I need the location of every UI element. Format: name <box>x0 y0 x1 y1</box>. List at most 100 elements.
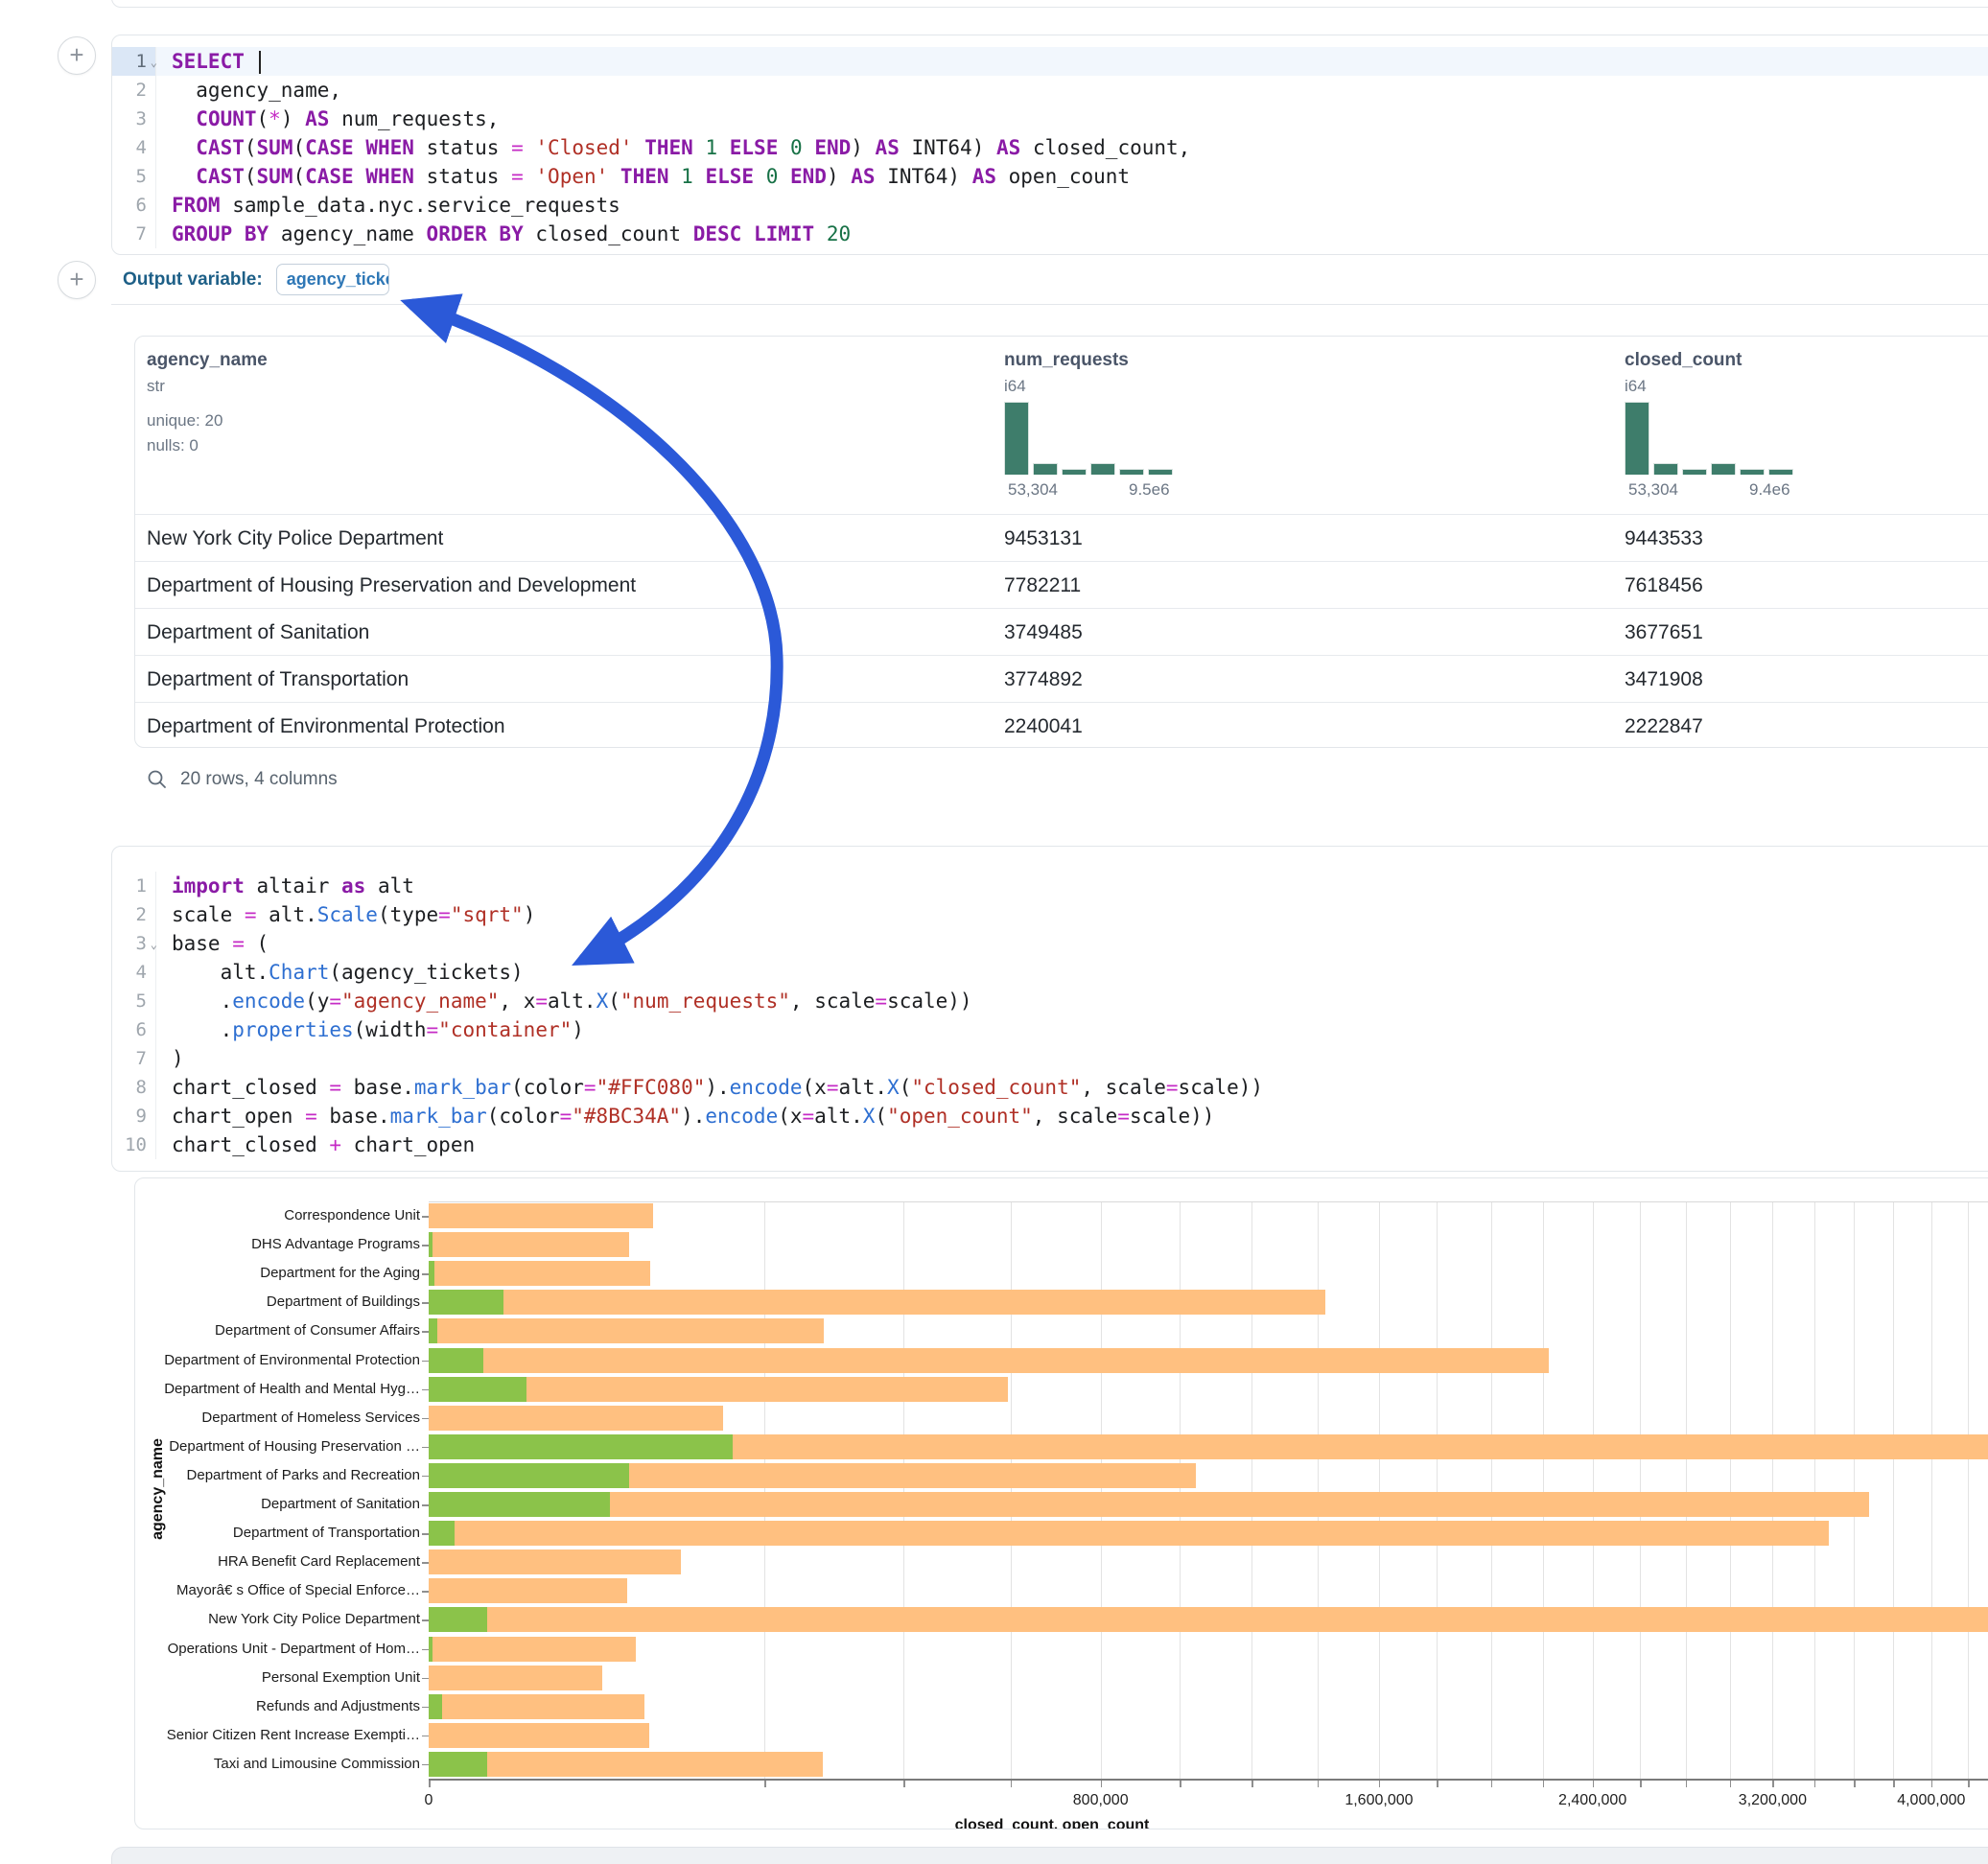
x-axis-tick <box>1318 1781 1320 1787</box>
bar-open <box>429 1261 434 1286</box>
x-axis-tick <box>1251 1781 1253 1787</box>
sql-line[interactable]: 1⌄SELECT <box>112 47 1988 76</box>
bar-open <box>429 1377 526 1402</box>
gridline <box>1379 1201 1380 1779</box>
y-axis-tick <box>422 1302 429 1304</box>
bar-closed <box>429 1492 1869 1517</box>
histogram-bar <box>1711 463 1736 475</box>
bar-closed <box>429 1318 824 1343</box>
python-line[interactable]: 8chart_closed = base.mark_bar(color="#FF… <box>112 1073 1988 1102</box>
gridline <box>1814 1201 1815 1779</box>
y-axis-category-label: Refunds and Adjustments <box>135 1698 420 1714</box>
bar-open <box>429 1694 442 1719</box>
sql-line[interactable]: 7GROUP BY agency_name ORDER BY closed_co… <box>112 220 1988 248</box>
column-histogram <box>1004 400 1173 475</box>
gridline <box>1437 1201 1438 1779</box>
y-axis-category-label: Senior Citizen Rent Increase Exempti… <box>135 1727 420 1743</box>
column-stat: nulls: 0 <box>147 436 199 455</box>
result-table: agency_namestrunique: 20nulls: 0num_requ… <box>134 336 1988 748</box>
add-cell-button[interactable]: + <box>58 36 96 75</box>
y-axis-category-label: HRA Benefit Card Replacement <box>135 1553 420 1570</box>
x-axis-line <box>429 1779 1988 1781</box>
python-line[interactable]: 7) <box>112 1044 1988 1073</box>
histogram-max-label: 9.4e6 <box>1749 480 1790 500</box>
histogram-bar <box>1119 469 1144 475</box>
bar-open <box>429 1232 433 1257</box>
x-axis-tick <box>764 1781 766 1787</box>
fold-chevron-icon[interactable]: ⌄ <box>151 930 157 959</box>
x-axis-tick <box>1772 1781 1774 1787</box>
histogram-bar <box>1148 469 1173 475</box>
notebook-page: + + 1⌄SELECT 2 agency_name,3 COUNT(*) AS… <box>0 0 1988 1864</box>
y-axis-category-label: DHS Advantage Programs <box>135 1236 420 1252</box>
histogram-bar <box>1004 402 1029 475</box>
code-text: .encode(y="agency_name", x=alt.X("num_re… <box>156 987 1988 1015</box>
bar-closed <box>429 1290 1325 1315</box>
code-text: chart_closed + chart_open <box>156 1130 1988 1159</box>
column-header[interactable]: num_requests <box>1004 350 1129 371</box>
y-axis-category-label: Operations Unit - Department of Hom… <box>135 1641 420 1657</box>
python-line[interactable]: 6 .properties(width="container") <box>112 1015 1988 1044</box>
y-axis-tick <box>422 1331 429 1333</box>
table-row[interactable]: New York City Police Department945313194… <box>135 514 1988 561</box>
python-line[interactable]: 2scale = alt.Scale(type="sqrt") <box>112 900 1988 929</box>
sql-line[interactable]: 5 CAST(SUM(CASE WHEN status = 'Open' THE… <box>112 162 1988 191</box>
y-axis-tick <box>422 1447 429 1449</box>
code-text: CAST(SUM(CASE WHEN status = 'Closed' THE… <box>156 133 1988 162</box>
table-cell: New York City Police Department <box>147 515 443 562</box>
y-axis-tick <box>422 1591 429 1593</box>
sql-cell[interactable]: 1⌄SELECT 2 agency_name,3 COUNT(*) AS num… <box>111 35 1988 255</box>
y-axis-category-label: Mayorâ€ s Office of Special Enforce… <box>135 1582 420 1598</box>
histogram-bar <box>1768 469 1793 475</box>
line-number: 4 <box>112 958 156 987</box>
x-axis-tick <box>1379 1781 1381 1787</box>
x-axis-tick <box>903 1781 905 1787</box>
python-line[interactable]: 3⌄base = ( <box>112 929 1988 958</box>
table-row[interactable]: Department of Transportation377489234719… <box>135 655 1988 702</box>
sql-line[interactable]: 2 agency_name, <box>112 76 1988 105</box>
table-row[interactable]: Department of Sanitation37494853677651 <box>135 608 1988 655</box>
code-text: agency_name, <box>156 76 1988 105</box>
sql-line[interactable]: 6FROM sample_data.nyc.service_requests <box>112 191 1988 220</box>
python-line[interactable]: 1import altair as alt <box>112 872 1988 900</box>
python-line[interactable]: 10chart_closed + chart_open <box>112 1130 1988 1159</box>
y-axis-tick <box>422 1619 429 1621</box>
x-axis-tick-label: 2,400,000 <box>1558 1792 1626 1809</box>
table-cell: Department of Sanitation <box>147 609 369 656</box>
table-row[interactable]: Department of Environmental Protection22… <box>135 702 1988 748</box>
python-line[interactable]: 4 alt.Chart(agency_tickets) <box>112 958 1988 987</box>
column-header[interactable]: agency_name <box>147 350 268 371</box>
add-cell-button[interactable]: + <box>58 261 96 299</box>
table-cell: 7618456 <box>1625 562 1703 609</box>
x-axis-tick <box>1814 1781 1816 1787</box>
column-header[interactable]: closed_count <box>1625 350 1742 371</box>
table-cell: 3774892 <box>1004 656 1083 703</box>
y-axis-category-label: Department of Transportation <box>135 1525 420 1541</box>
table-row[interactable]: Department of Housing Preservation and D… <box>135 561 1988 608</box>
python-cell[interactable]: 1import altair as alt2scale = alt.Scale(… <box>111 846 1988 1172</box>
sql-line[interactable]: 3 COUNT(*) AS num_requests, <box>112 105 1988 133</box>
altair-chart: 0800,0001,600,0002,400,0003,200,0004,000… <box>134 1177 1988 1829</box>
python-line[interactable]: 9chart_open = base.mark_bar(color="#8BC3… <box>112 1102 1988 1130</box>
sql-line[interactable]: 4 CAST(SUM(CASE WHEN status = 'Closed' T… <box>112 133 1988 162</box>
output-variable-input[interactable]: agency_tickets <box>276 264 389 295</box>
fold-chevron-icon[interactable]: ⌄ <box>151 48 157 77</box>
x-axis-tick <box>1101 1781 1103 1787</box>
y-axis-category-label: Department of Sanitation <box>135 1496 420 1512</box>
y-axis-tick <box>422 1361 429 1363</box>
x-axis-tick <box>1180 1781 1181 1787</box>
y-axis-category-label: Taxi and Limousine Commission <box>135 1756 420 1772</box>
search-icon[interactable] <box>146 768 169 791</box>
x-axis-tick <box>1931 1781 1933 1787</box>
bar-open <box>429 1521 455 1546</box>
histogram-bar <box>1062 469 1087 475</box>
bar-closed <box>429 1521 1829 1546</box>
gridline <box>1730 1201 1731 1779</box>
bar-closed <box>429 1549 681 1574</box>
column-type: i64 <box>1004 377 1026 396</box>
column-stat: unique: 20 <box>147 411 222 431</box>
python-line[interactable]: 5 .encode(y="agency_name", x=alt.X("num_… <box>112 987 1988 1015</box>
y-axis-category-label: Department of Housing Preservation … <box>135 1438 420 1455</box>
y-axis-category-label: Department of Health and Mental Hyg… <box>135 1381 420 1397</box>
bar-closed <box>429 1578 627 1603</box>
